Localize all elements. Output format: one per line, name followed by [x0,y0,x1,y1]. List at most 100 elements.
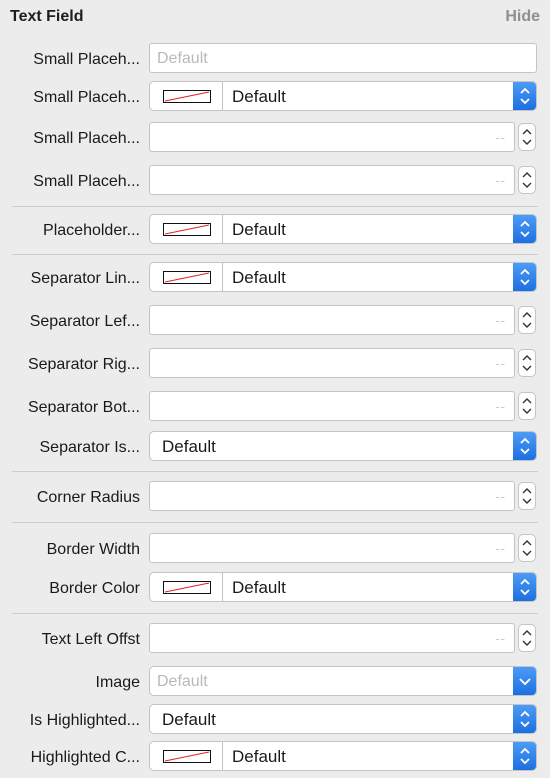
row-border-width: Border Width -- [0,533,550,567]
separator-is-popup[interactable]: Default [149,431,537,461]
empty-value: -- [495,541,506,556]
stepper[interactable] [518,624,536,652]
section-divider [12,206,538,207]
popup-value: Default [232,268,286,287]
stepper[interactable] [518,306,536,334]
chevron-updown-icon[interactable] [513,82,536,110]
row-separator-right: Separator Rig... -- [0,348,550,382]
field-label: Small Placeh... [33,130,140,147]
color-swatch[interactable] [150,263,223,291]
field-label: Separator Lef... [29,313,140,330]
field-label: Image [95,674,140,691]
up-down-arrows-icon [522,172,532,188]
small-placeholder-color-popup[interactable]: Default [149,81,537,111]
chevron-updown-icon[interactable] [513,432,536,460]
small-placeholder-text-field[interactable]: Default [149,43,537,73]
popup-value: Default [162,437,216,456]
field-label: Is Highlighted... [29,712,140,729]
row-small-placeholder-a: Small Placeh... -- [0,122,550,156]
popup-value: Default [232,220,286,239]
field-label: Highlighted C... [30,749,140,766]
row-text-left-offset: Text Left Offst -- [0,623,550,657]
row-is-highlighted: Is Highlighted... Default [0,704,550,738]
chevron-down-icon[interactable] [513,667,536,695]
empty-value: -- [495,356,506,371]
is-highlighted-popup[interactable]: Default [149,704,537,734]
separator-line-color-popup[interactable]: Default [149,262,537,292]
stepper[interactable] [518,349,536,377]
field-label: Corner Radius [36,489,140,506]
separator-right-field[interactable]: -- [149,348,515,378]
stepper[interactable] [518,482,536,510]
up-down-arrows-icon [522,398,532,414]
chevron-updown-icon[interactable] [513,705,536,733]
chevron-updown-icon[interactable] [513,573,536,601]
image-combo-box[interactable]: Default [149,666,537,696]
color-swatch[interactable] [150,215,223,243]
section-divider [12,522,538,523]
row-placeholder-color: Placeholder... Default [0,214,550,248]
no-color-swatch-icon [163,750,211,763]
stepper[interactable] [518,166,536,194]
row-border-color: Border Color Default [0,572,550,606]
no-color-swatch-icon [163,90,211,103]
field-label: Border Color [49,580,140,597]
stepper[interactable] [518,392,536,420]
field-label: Separator Is... [39,439,141,456]
hide-button[interactable]: Hide [505,8,540,26]
up-down-arrows-icon [522,129,532,145]
text-left-offset-field[interactable]: -- [149,623,515,653]
color-swatch[interactable] [150,573,223,601]
up-down-arrows-icon [522,488,532,504]
field-label: Small Placeh... [33,173,140,190]
section-header: Text Field Hide [0,0,550,34]
color-swatch[interactable] [150,82,223,110]
section-title: Text Field [10,8,84,25]
no-color-swatch-icon [163,223,211,236]
stepper[interactable] [518,534,536,562]
placeholder-color-popup[interactable]: Default [149,214,537,244]
empty-value: -- [495,489,506,504]
empty-value: -- [495,313,506,328]
small-placeholder-number-field[interactable]: -- [149,165,515,195]
small-placeholder-number-field[interactable]: -- [149,122,515,152]
row-small-placeholder-text: Small Placeh... Default [0,43,550,77]
empty-value: -- [495,631,506,646]
empty-value: -- [495,399,506,414]
row-separator-is: Separator Is... Default [0,431,550,465]
row-separator-line-color: Separator Lin... Default [0,262,550,296]
empty-value: -- [495,173,506,188]
chevron-updown-icon[interactable] [513,263,536,291]
up-down-arrows-icon [522,355,532,371]
row-highlighted-color: Highlighted C... Default [0,741,550,775]
row-small-placeholder-b: Small Placeh... -- [0,165,550,199]
section-divider [12,613,538,614]
separator-left-field[interactable]: -- [149,305,515,335]
separator-bottom-field[interactable]: -- [149,391,515,421]
row-small-placeholder-color: Small Placeh... Default [0,81,550,115]
chevron-updown-icon[interactable] [513,215,536,243]
popup-value: Default [232,87,286,106]
corner-radius-field[interactable]: -- [149,481,515,511]
field-label: Small Placeh... [33,51,140,68]
up-down-arrows-icon [522,630,532,646]
chevron-updown-icon[interactable] [513,742,536,770]
placeholder-text: Default [157,673,208,690]
popup-value: Default [232,578,286,597]
up-down-arrows-icon [522,540,532,556]
popup-value: Default [232,747,286,766]
section-divider [12,471,538,472]
field-label: Separator Bot... [27,399,140,416]
border-width-field[interactable]: -- [149,533,515,563]
color-swatch[interactable] [150,742,223,770]
border-color-popup[interactable]: Default [149,572,537,602]
field-label: Small Placeh... [33,89,140,106]
stepper[interactable] [518,123,536,151]
highlighted-color-popup[interactable]: Default [149,741,537,771]
row-corner-radius: Corner Radius -- [0,481,550,515]
no-color-swatch-icon [163,581,211,594]
no-color-swatch-icon [163,271,211,284]
field-label: Separator Lin... [30,270,140,287]
row-image: Image Default [0,666,550,700]
popup-value: Default [162,710,216,729]
